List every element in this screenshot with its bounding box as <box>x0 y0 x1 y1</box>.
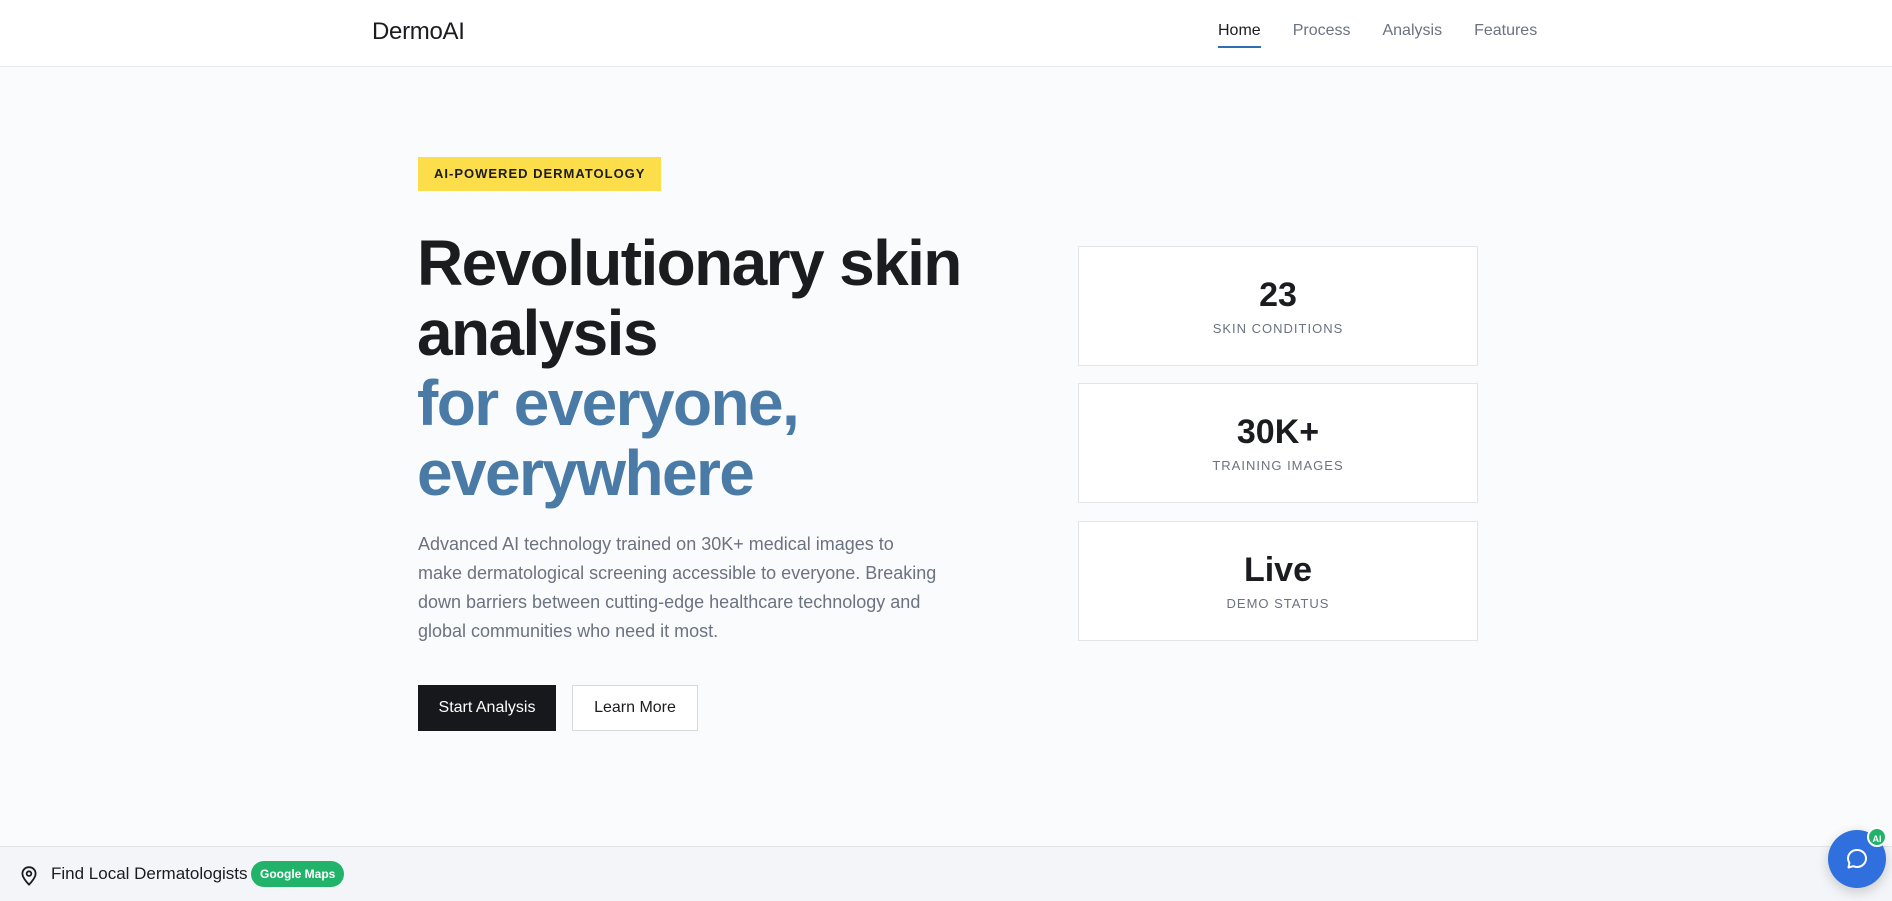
google-maps-badge[interactable]: Google Maps <box>251 861 345 887</box>
nav-item-analysis[interactable]: Analysis <box>1382 22 1442 48</box>
hero-description: Advanced AI technology trained on 30K+ m… <box>418 534 937 641</box>
headline-accent-2: everywhere <box>417 437 755 509</box>
headline-accent-1: for everyone, <box>417 367 800 439</box>
stat-card-skin-conditions: 23 SKIN CONDITIONS <box>1078 246 1478 366</box>
top-nav-bar: DermoAI Home Process Analysis Features <box>0 0 1892 67</box>
main-nav: Home Process Analysis Features <box>1218 22 1569 48</box>
stat-card-demo-status: Live DEMO STATUS <box>1078 521 1478 641</box>
category-badge: AI-POWERED DERMATOLOGY <box>418 157 662 191</box>
stat-card-training-images: 30K+ TRAINING IMAGES <box>1078 383 1478 503</box>
start-analysis-button[interactable]: Start Analysis <box>418 685 556 731</box>
stat-label: DEMO STATUS <box>1226 596 1330 611</box>
stat-value: 30K+ <box>1236 413 1320 451</box>
stat-label: SKIN CONDITIONS <box>1212 321 1344 336</box>
stat-value: Live <box>1243 551 1313 589</box>
find-dermatologists-label[interactable]: Find Local Dermatologists <box>51 864 248 884</box>
nav-item-home[interactable]: Home <box>1218 22 1261 48</box>
map-pin-icon <box>21 866 37 886</box>
headline-line-2: analysis <box>417 297 658 369</box>
stat-value: 23 <box>1259 276 1297 314</box>
nav-item-process[interactable]: Process <box>1293 22 1351 48</box>
find-dermatologists-bar[interactable]: Find Local Dermatologists Google Maps <box>0 846 1892 901</box>
chat-bubble-icon <box>1847 849 1867 869</box>
logo[interactable]: DermoAI <box>372 18 465 46</box>
nav-item-features[interactable]: Features <box>1474 22 1537 48</box>
ai-badge: AI <box>1867 827 1887 847</box>
learn-more-button[interactable]: Learn More <box>572 685 698 731</box>
hero-headline: Revolutionary skin analysis for everyone… <box>417 228 1037 508</box>
headline-line-1: Revolutionary skin <box>417 227 962 299</box>
stat-label: TRAINING IMAGES <box>1212 458 1344 473</box>
